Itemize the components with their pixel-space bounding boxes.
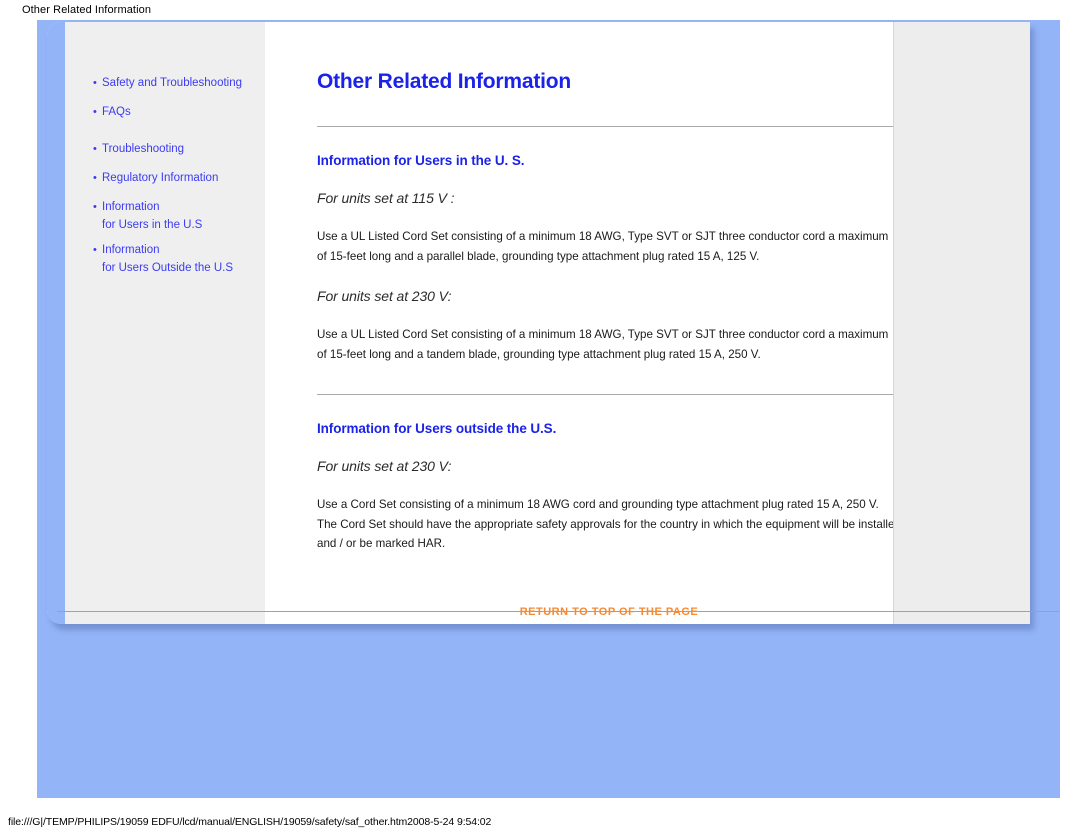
subheading-230v-outside-us: For units set at 230 V:	[317, 458, 452, 474]
paragraph-230v-outside-us: Use a Cord Set consisting of a minimum 1…	[317, 498, 901, 550]
bullet-icon: •	[93, 143, 97, 155]
sidebar-link-label[interactable]: Information	[102, 198, 160, 216]
sidebar-link-subline[interactable]: for Users Outside the U.S	[102, 259, 271, 277]
bullet-icon: •	[93, 106, 97, 118]
window-caption: Other Related Information	[22, 4, 152, 16]
document-card: • Safety and Troubleshooting • FAQs • Tr…	[47, 22, 1030, 624]
return-to-top-link[interactable]: RETURN TO TOP OF THE PAGE	[317, 554, 901, 618]
paragraph-230v-us: Use a UL Listed Cord Set consisting of a…	[317, 328, 889, 361]
section-heading-us: Information for Users in the U. S.	[317, 153, 525, 168]
footer-file-path: file:///G|/TEMP/PHILIPS/19059 EDFU/lcd/m…	[8, 816, 492, 828]
sidebar-link-label[interactable]: Regulatory Information	[102, 169, 218, 187]
bottom-hairline	[57, 611, 1060, 612]
sidebar-item-faqs[interactable]: • FAQs	[93, 103, 271, 121]
sidebar-item-safety-and-troubleshooting[interactable]: • Safety and Troubleshooting	[93, 74, 271, 92]
sidebar-link-label[interactable]: Troubleshooting	[102, 140, 184, 158]
bullet-icon: •	[93, 172, 97, 184]
bullet-icon: •	[93, 201, 97, 213]
right-filler-rule	[893, 22, 894, 624]
sidebar: • Safety and Troubleshooting • FAQs • Tr…	[65, 22, 265, 624]
paragraph-115v: Use a UL Listed Cord Set consisting of a…	[317, 230, 889, 263]
sidebar-item-information-users-in-us[interactable]: • Information	[93, 198, 271, 216]
sidebar-link-label[interactable]: Information	[102, 241, 160, 259]
sidebar-link-label[interactable]: Safety and Troubleshooting	[102, 74, 242, 92]
section-heading-outside-us: Information for Users outside the U.S.	[317, 421, 557, 436]
bullet-icon: •	[93, 77, 97, 89]
sidebar-nav: • Safety and Troubleshooting • FAQs • Tr…	[93, 74, 271, 277]
right-filler-panel	[893, 22, 1030, 624]
sidebar-item-regulatory-information[interactable]: • Regulatory Information	[93, 169, 271, 187]
sidebar-link-label[interactable]: FAQs	[102, 103, 131, 121]
sidebar-link-subline[interactable]: for Users in the U.S	[102, 216, 271, 234]
content-inner: Other Related Information Information fo…	[317, 22, 901, 618]
sidebar-item-information-users-outside-us[interactable]: • Information	[93, 241, 271, 259]
subheading-115v: For units set at 115 V :	[317, 190, 455, 206]
card-accent-strip	[47, 22, 65, 624]
subheading-230v-us: For units set at 230 V:	[317, 288, 452, 304]
content-pane: Other Related Information Information fo…	[265, 22, 901, 624]
sidebar-item-troubleshooting[interactable]: • Troubleshooting	[93, 140, 271, 158]
page-title: Other Related Information	[317, 70, 572, 93]
bullet-icon: •	[93, 244, 97, 256]
